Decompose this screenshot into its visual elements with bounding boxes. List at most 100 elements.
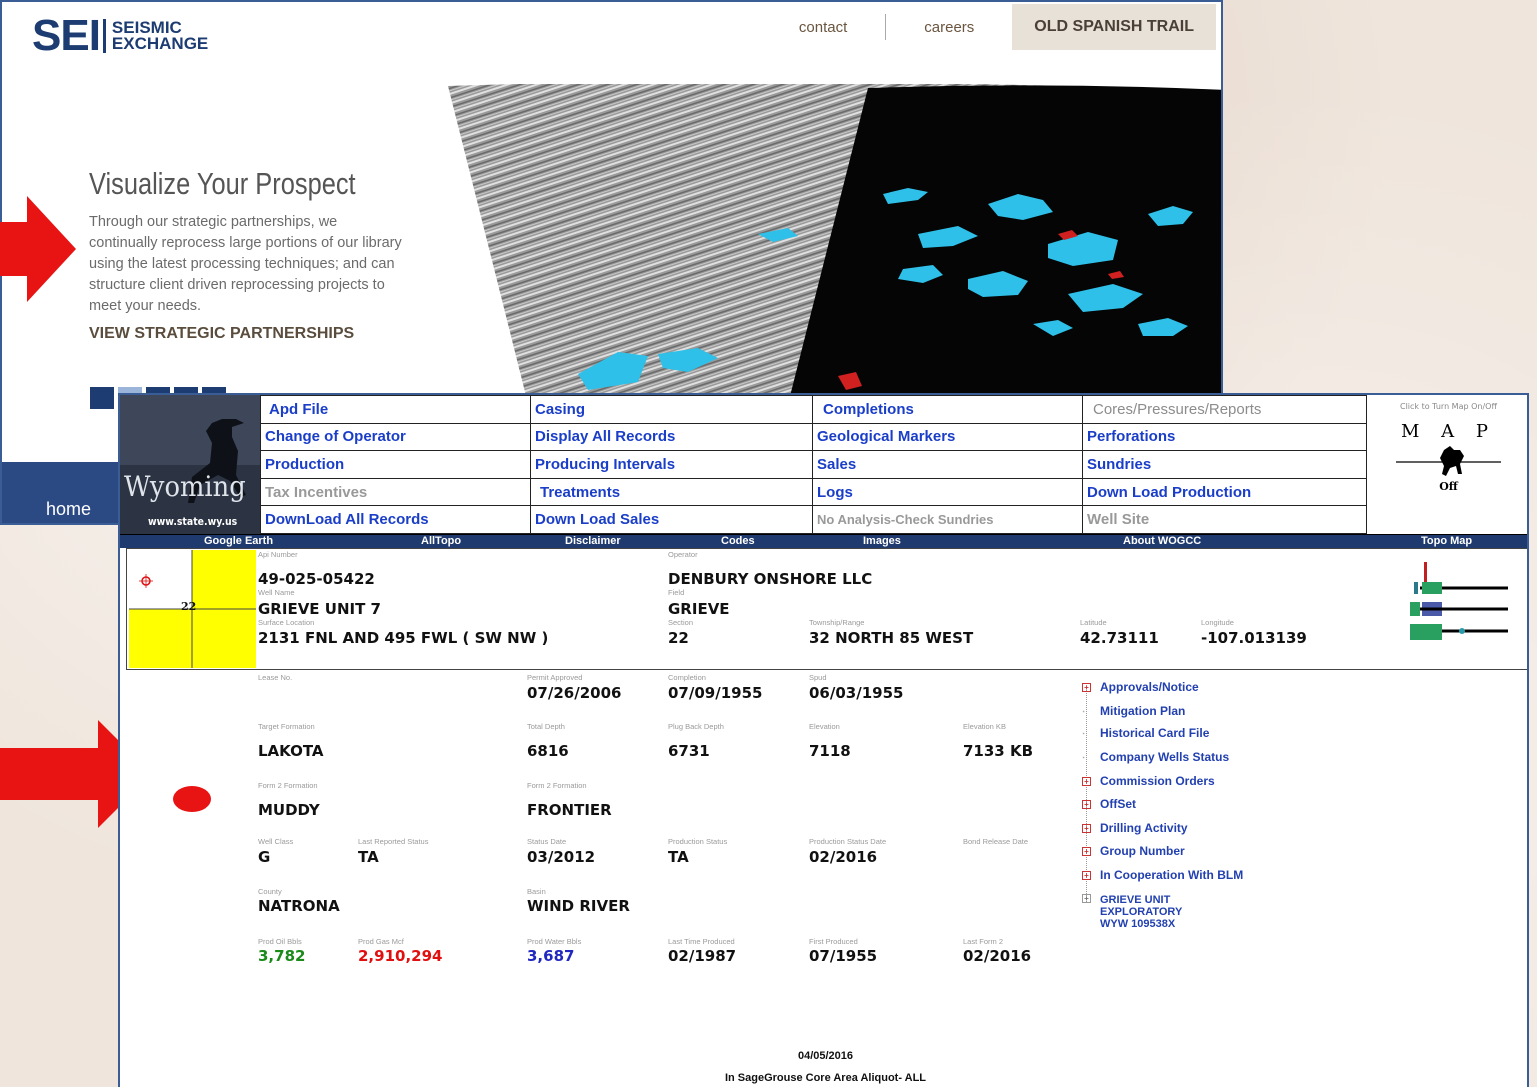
last-status-label: Last Reported Status xyxy=(358,837,429,846)
plug-back-value: 6731 xyxy=(668,742,710,760)
bond-release-label: Bond Release Date xyxy=(963,837,1029,846)
expand-icon: + xyxy=(1082,800,1091,810)
menu-download-production[interactable]: Down Load Production xyxy=(1082,477,1367,507)
expand-icon: + xyxy=(1082,824,1091,834)
township-label: Township/Range xyxy=(809,618,865,627)
nav-project-button[interactable]: OLD SPANISH TRAIL xyxy=(1012,4,1216,50)
link-about-wogcc[interactable]: About WOGCC xyxy=(1123,535,1201,548)
permit-label: Permit Approved xyxy=(527,673,583,682)
link-disclaimer[interactable]: Disclaimer xyxy=(565,535,621,548)
oil-label: Prod Oil Bbls xyxy=(258,937,302,946)
status-date-label: Status Date xyxy=(527,837,567,846)
expand-icon: + xyxy=(1082,847,1091,857)
hero-body: Through our strategic partnerships, we c… xyxy=(89,214,402,314)
menu-producing-intervals[interactable]: Producing Intervals xyxy=(530,450,813,479)
wogcc-link-bar: Google Earth AllTopo Disclaimer Codes Im… xyxy=(120,534,1527,548)
well-class-label: Well Class xyxy=(258,837,294,846)
link-google-earth[interactable]: Google Earth xyxy=(204,535,273,548)
menu-tax-incentives: Tax Incentives xyxy=(260,477,531,507)
map-toggle-caption: Click to Turn Map On/Off xyxy=(1400,402,1497,411)
bucking-horse-icon xyxy=(1396,446,1501,476)
strategic-partnerships-link[interactable]: VIEW STRATEGIC PARTNERSHIPS xyxy=(89,325,409,343)
cowboy-silhouette-icon xyxy=(120,395,260,534)
township-value: 32 NORTH 85 WEST xyxy=(809,629,974,647)
spud-value: 06/03/1955 xyxy=(809,684,904,702)
menu-completions[interactable]: Completions xyxy=(812,395,1083,424)
footer-home-link[interactable]: home xyxy=(46,499,91,520)
map-toggle[interactable]: Click to Turn Map On/Off M A P Off xyxy=(1366,395,1527,534)
menu-download-sales[interactable]: Down Load Sales xyxy=(530,505,813,534)
water-value: 3,687 xyxy=(527,947,575,965)
first-produced-value: 07/1955 xyxy=(809,947,878,965)
well-class-value: G xyxy=(258,848,271,866)
last-form2-value: 02/2016 xyxy=(963,947,1032,965)
tree-commission-orders[interactable]: + Commission Orders xyxy=(1082,774,1215,788)
tree-branch-icon: ⋅ xyxy=(1082,707,1086,718)
slider-dot[interactable] xyxy=(90,387,114,409)
menu-sundries[interactable]: Sundries xyxy=(1082,450,1367,479)
menu-logs[interactable]: Logs xyxy=(812,477,1083,507)
menu-display-all-records[interactable]: Display All Records xyxy=(530,422,813,452)
section-value: 22 xyxy=(668,629,689,647)
tree-cooperation-blm[interactable]: + In Cooperation With BLM xyxy=(1082,868,1243,882)
well-data-menu: Apd File Casing Completions Cores/Pressu… xyxy=(260,395,1367,534)
tree-branch-icon: ⋅ xyxy=(1082,753,1086,764)
footer-sagegrouse-note: In SageGrouse Core Area Aliquot- ALL xyxy=(724,1072,927,1084)
menu-casing[interactable]: Casing xyxy=(530,395,813,424)
footer-date: 04/05/2016 xyxy=(797,1050,854,1062)
menu-apd-file[interactable]: Apd File xyxy=(260,395,531,424)
seismic-image xyxy=(448,84,1221,404)
plug-back-label: Plug Back Depth xyxy=(668,722,724,731)
basin-label: Basin xyxy=(527,887,546,896)
county-value: NATRONA xyxy=(258,897,340,915)
expand-icon: + xyxy=(1082,683,1091,693)
elevation-kb-label: Elevation KB xyxy=(963,722,1006,731)
tree-approvals-notice[interactable]: + Approvals/Notice xyxy=(1082,680,1199,694)
link-images[interactable]: Images xyxy=(863,535,901,548)
menu-download-all-records[interactable]: DownLoad All Records xyxy=(260,505,531,534)
wellname-value: GRIEVE UNIT 7 xyxy=(258,600,381,618)
tree-grieve-unit[interactable]: + GRIEVE UNIT EXPLORATORY WYW 109538X xyxy=(1082,894,1182,930)
wyoming-logo[interactable]: Wyoming www.state.wy.us xyxy=(120,395,260,534)
lease-label: Lease No. xyxy=(258,673,293,682)
menu-sales[interactable]: Sales xyxy=(812,450,1083,479)
menu-geological-markers[interactable]: Geological Markers xyxy=(812,422,1083,452)
red-dot-marker xyxy=(173,786,211,812)
tree-historical-card-file[interactable]: ⋅ Historical Card File xyxy=(1082,726,1209,740)
nav-contact-link[interactable]: contact xyxy=(761,19,885,36)
sei-logo-line2: EXCHANGE xyxy=(111,34,209,53)
link-alltopo[interactable]: AllTopo xyxy=(421,535,461,548)
link-topo-map[interactable]: Topo Map xyxy=(1421,535,1472,548)
menu-perforations[interactable]: Perforations xyxy=(1082,422,1367,452)
hero-text-block: Visualize Your Prospect Through our stra… xyxy=(89,166,409,343)
section-grid-number: 22 xyxy=(181,600,197,613)
tree-offset[interactable]: + OffSet xyxy=(1082,797,1136,811)
expand-icon: + xyxy=(1082,871,1091,881)
menu-production[interactable]: Production xyxy=(260,450,531,479)
target-label: Target Formation xyxy=(258,722,315,731)
gas-value: 2,910,294 xyxy=(358,947,443,965)
tree-mitigation-plan[interactable]: ⋅ Mitigation Plan xyxy=(1082,704,1185,718)
api-number: 49-025-05422 xyxy=(258,570,375,588)
nav-careers-link[interactable]: careers xyxy=(886,19,1012,36)
completion-value: 07/09/1955 xyxy=(668,684,763,702)
link-codes[interactable]: Codes xyxy=(721,535,755,548)
production-status-label: Production Status xyxy=(668,837,728,846)
wyoming-url: www.state.wy.us xyxy=(148,515,238,528)
tree-company-wells-status[interactable]: ⋅ Company Wells Status xyxy=(1082,750,1229,764)
tree-group-number[interactable]: + Group Number xyxy=(1082,844,1185,858)
form2-formation-label: Form 2 Formation xyxy=(258,781,318,790)
completion-label: Completion xyxy=(668,673,706,682)
section-label: Section xyxy=(668,618,694,627)
latitude-value: 42.73111 xyxy=(1080,629,1159,647)
menu-change-of-operator[interactable]: Change of Operator xyxy=(260,422,531,452)
menu-treatments[interactable]: Treatments xyxy=(530,477,813,507)
expand-icon: + xyxy=(1082,777,1091,787)
field-label: Field xyxy=(668,588,685,597)
tree-drilling-activity[interactable]: + Drilling Activity xyxy=(1082,821,1188,835)
field-value: GRIEVE xyxy=(668,600,730,618)
elevation-kb-value: 7133 KB xyxy=(963,742,1034,760)
sei-logo[interactable]: SEI SEISMIC EXCHANGE xyxy=(32,14,208,58)
map-state: Off xyxy=(1439,480,1458,493)
form2-formation-value-2: FRONTIER xyxy=(527,801,612,819)
